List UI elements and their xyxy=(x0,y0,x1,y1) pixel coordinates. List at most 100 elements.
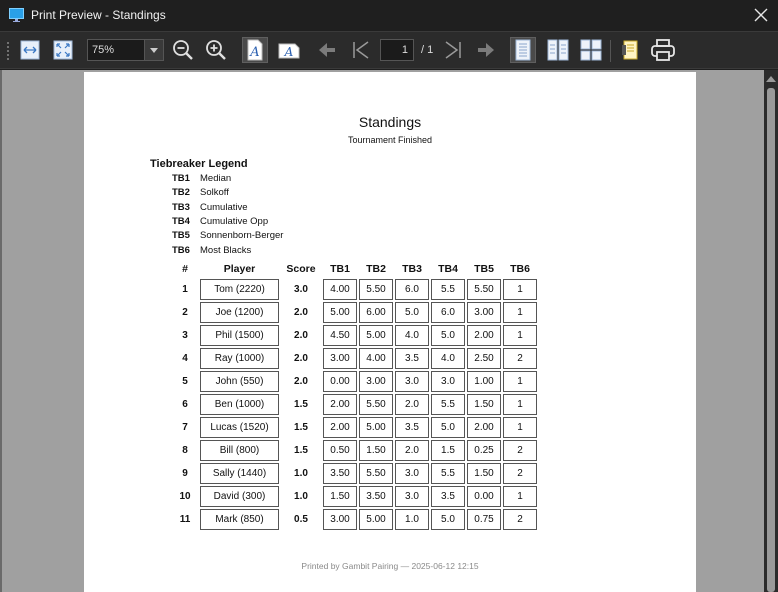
legend-item: TB5 Sonnenborn-Berger xyxy=(172,230,283,244)
tiebreak-cell: 3.5 xyxy=(395,348,429,369)
zoom-select[interactable]: 75% xyxy=(87,39,164,61)
close-button[interactable] xyxy=(750,4,772,26)
tiebreak-cell: 1 xyxy=(503,394,537,415)
tiebreak-cell: 5.5 xyxy=(431,279,465,300)
tiebreak-cell: 5.00 xyxy=(359,509,393,530)
tiebreak-cell: 5.00 xyxy=(359,325,393,346)
score-cell: 2.0 xyxy=(294,307,308,318)
legend-code: TB3 xyxy=(172,201,190,213)
toolbar-grip-icon[interactable] xyxy=(6,41,10,61)
column-header: TB1 xyxy=(330,262,350,275)
zoom-dropdown-button[interactable] xyxy=(144,40,163,60)
tiebreak-cell: 5.00 xyxy=(359,417,393,438)
table-row: 7 Lucas (1520) 1.5 2.00 5.00 3.5 5.0 2.00 1 xyxy=(172,417,537,438)
single-page-icon xyxy=(515,39,531,61)
tiebreak-cell: 1 xyxy=(503,417,537,438)
previous-page-button[interactable] xyxy=(348,37,374,63)
print-button[interactable] xyxy=(650,37,676,63)
monitor-icon xyxy=(9,8,24,22)
tiebreak-cell: 3.00 xyxy=(323,348,357,369)
standings-table: # Player Score TB1 TB2 TB3 TB4 TB5 TB6 1 Tom (222… xyxy=(170,258,539,532)
rank-cell: 2 xyxy=(182,307,188,318)
score-cell: 3.0 xyxy=(294,284,308,295)
player-cell: Phil (1500) xyxy=(200,325,279,346)
legend-label: Cumulative xyxy=(200,201,248,213)
first-page-button[interactable] xyxy=(313,37,339,63)
tiebreak-cell: 3.0 xyxy=(431,371,465,392)
tiebreak-cell: 5.50 xyxy=(359,394,393,415)
tiebreak-cell: 1 xyxy=(503,302,537,323)
legend-label: Sonnenborn-Berger xyxy=(200,230,284,242)
tiebreak-cell: 3.0 xyxy=(395,463,429,484)
next-page-icon xyxy=(445,41,461,59)
tiebreak-cell: 4.0 xyxy=(431,348,465,369)
portrait-button[interactable]: A xyxy=(242,37,268,63)
page-number-input[interactable]: 1 xyxy=(380,39,414,61)
window-title: Print Preview - Standings xyxy=(31,8,166,22)
tiebreak-cell: 2.00 xyxy=(323,417,357,438)
page-setup-button[interactable] xyxy=(618,37,644,63)
multi-page-view-button[interactable] xyxy=(578,37,604,63)
tiebreak-cell: 0.75 xyxy=(467,509,501,530)
preview-viewport[interactable]: Standings Tournament Finished Tiebreaker… xyxy=(0,70,764,592)
tiebreak-cell: 5.50 xyxy=(359,463,393,484)
tiebreak-cell: 2.0 xyxy=(395,394,429,415)
print-footer: Printed by Gambit Pairing — 2025-06-12 1… xyxy=(301,561,479,571)
rank-cell: 1 xyxy=(182,284,188,295)
fit-page-button[interactable] xyxy=(50,37,76,63)
next-page-button[interactable] xyxy=(440,37,466,63)
tiebreak-cell: 5.0 xyxy=(431,325,465,346)
tiebreak-cell: 5.5 xyxy=(431,463,465,484)
player-cell: John (550) xyxy=(200,371,279,392)
tiebreak-cell: 3.00 xyxy=(467,302,501,323)
zoom-out-button[interactable] xyxy=(170,37,196,63)
score-cell: 2.0 xyxy=(294,353,308,364)
tiebreak-cell: 2 xyxy=(503,463,537,484)
tiebreak-cell: 1.00 xyxy=(467,371,501,392)
table-row: 6 Ben (1000) 1.5 2.00 5.50 2.0 5.5 1.50 1 xyxy=(172,394,537,415)
legend-label: Most Blacks xyxy=(200,244,252,256)
scroll-up-icon[interactable] xyxy=(766,74,776,82)
tiebreak-cell: 3.0 xyxy=(395,371,429,392)
viewport-border xyxy=(0,70,2,592)
score-cell: 1.0 xyxy=(294,491,308,502)
legend-code: TB6 xyxy=(172,244,190,256)
score-cell: 2.0 xyxy=(294,376,308,387)
tiebreak-cell: 2.00 xyxy=(467,325,501,346)
scrollbar-thumb[interactable] xyxy=(767,88,775,592)
legend-label: Median xyxy=(200,173,232,184)
column-header: Score xyxy=(286,262,316,275)
column-header: TB6 xyxy=(510,262,530,275)
zoom-in-button[interactable] xyxy=(203,37,229,63)
landscape-button[interactable]: A xyxy=(276,37,302,63)
four-pages-icon xyxy=(580,39,602,61)
last-page-button[interactable] xyxy=(474,37,500,63)
column-header: TB2 xyxy=(366,262,386,275)
player-cell: Joe (1200) xyxy=(200,302,279,323)
score-cell: 1.5 xyxy=(294,422,308,433)
tiebreak-cell: 4.00 xyxy=(323,279,357,300)
tiebreak-cell: 1.0 xyxy=(395,509,429,530)
tiebreak-cell: 1.50 xyxy=(359,440,393,461)
column-header: TB4 xyxy=(438,262,458,275)
table-row: 5 John (550) 2.0 0.00 3.00 3.0 3.0 1.00 1 xyxy=(172,371,537,392)
table-row: 8 Bill (800) 1.5 0.50 1.50 2.0 1.5 0.25 2 xyxy=(172,440,537,461)
tiebreak-cell: 2 xyxy=(503,509,537,530)
player-cell: Mark (850) xyxy=(200,509,279,530)
tiebreak-cell: 2 xyxy=(503,440,537,461)
table-row: 2 Joe (1200) 2.0 5.00 6.00 5.0 6.0 3.00 1 xyxy=(172,302,537,323)
tiebreak-cell: 3.00 xyxy=(323,509,357,530)
tiebreak-cell: 3.50 xyxy=(323,463,357,484)
score-cell: 2.0 xyxy=(294,330,308,341)
fit-width-icon xyxy=(20,40,40,60)
tiebreak-cell: 1.50 xyxy=(467,394,501,415)
two-page-view-button[interactable] xyxy=(545,37,571,63)
single-page-view-button[interactable] xyxy=(510,37,536,63)
column-header: TB5 xyxy=(474,262,494,275)
rank-cell: 7 xyxy=(182,422,188,433)
fit-width-button[interactable] xyxy=(17,37,43,63)
tiebreak-cell: 3.00 xyxy=(359,371,393,392)
tiebreak-cell: 5.5 xyxy=(431,394,465,415)
vertical-scrollbar[interactable] xyxy=(764,70,778,592)
column-header: TB3 xyxy=(402,262,422,275)
